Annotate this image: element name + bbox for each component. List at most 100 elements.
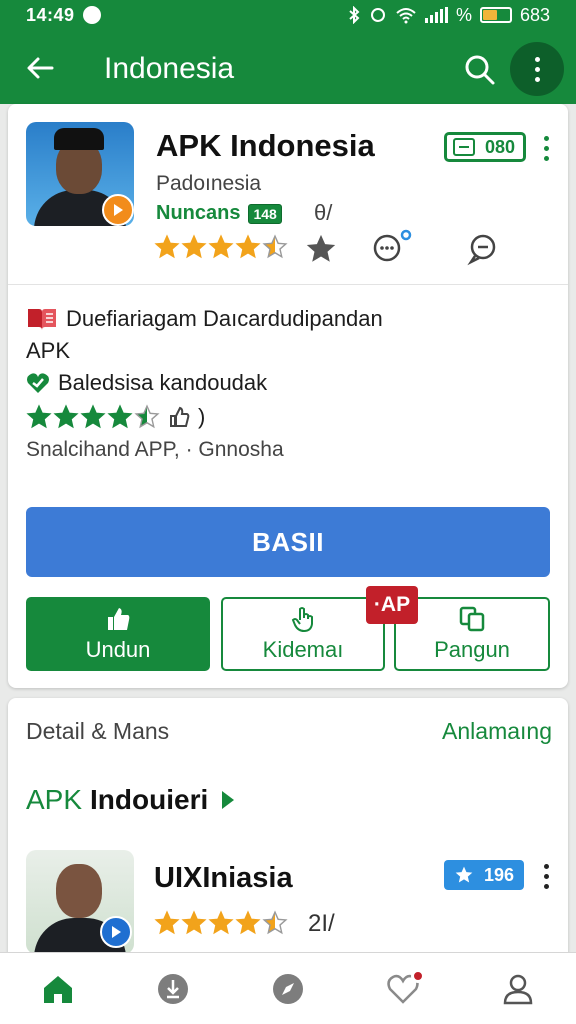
- share-button-label: Pangun: [434, 637, 510, 662]
- notification-icon: [82, 6, 101, 24]
- category-badge: 148: [248, 203, 282, 224]
- bluetooth-icon: [349, 6, 360, 24]
- rating-stars: [154, 234, 288, 260]
- storage-icon: [453, 138, 475, 156]
- version-symbol: θ/: [314, 200, 333, 225]
- nav-download[interactable]: [143, 959, 203, 1019]
- nav-favorites[interactable]: [373, 959, 433, 1019]
- play-icon: [100, 916, 132, 948]
- second-app-count-badge[interactable]: 196: [444, 860, 525, 890]
- details-rating-stars: [26, 404, 160, 430]
- bottom-navigation: [0, 952, 576, 1024]
- primary-action-button[interactable]: BASII: [26, 507, 550, 577]
- like-button-label: Undun: [85, 637, 151, 662]
- more-vert-icon: [534, 56, 540, 82]
- nav-profile[interactable]: [488, 959, 548, 1019]
- star-icon[interactable]: [304, 232, 338, 266]
- featured-app-card: APK Indonesia 080 Padoınesia Nuncans 148…: [8, 104, 568, 688]
- book-icon: [28, 309, 56, 330]
- section-link[interactable]: Anlamaıng: [442, 718, 552, 745]
- section-title: Detail & Mans: [26, 718, 170, 744]
- star-icon: [455, 866, 473, 883]
- back-arrow-icon[interactable]: [24, 52, 56, 84]
- details-line-2: APK: [26, 338, 71, 363]
- divider: [8, 284, 568, 285]
- sync-icon: [370, 8, 385, 22]
- copy-icon: [459, 606, 485, 632]
- details-rating-row: ): [26, 404, 205, 430]
- count-badge-value: 080: [485, 136, 516, 157]
- signal-icon: [424, 7, 448, 23]
- second-app-name: UIXIniasia: [154, 862, 293, 894]
- top-app-bar: 14:49 % 683 Indonesia: [0, 0, 576, 104]
- battery-icon: [479, 7, 512, 23]
- star-icon: [107, 404, 133, 429]
- notification-dot: [411, 968, 426, 983]
- star-icon: [26, 404, 52, 429]
- star-icon: [208, 234, 234, 259]
- star-icon: [262, 234, 288, 259]
- home-icon: [43, 975, 72, 1003]
- thumbs-up-icon: [108, 608, 130, 630]
- details-title-row: Duefiariagam Daıcardudipandan: [26, 306, 383, 332]
- overflow-menu-button[interactable]: [510, 42, 564, 96]
- more-vert-icon: [543, 135, 549, 161]
- details-rating-suffix: ): [198, 404, 206, 429]
- thumbs-up-icon: [170, 406, 190, 427]
- section-heading[interactable]: APK Indouieri: [26, 784, 238, 816]
- battery-percent-symbol: %: [455, 4, 472, 25]
- details-line-4: Snalcihand APP, · Gnnosha: [26, 438, 284, 461]
- section-heading-green: APK: [26, 784, 83, 815]
- battery-text: 683: [519, 4, 550, 25]
- second-app-extra-symbol: 2I/: [308, 910, 335, 937]
- star-icon: [154, 910, 180, 935]
- second-card-menu-button[interactable]: [539, 862, 553, 890]
- ap-badge: ·AP: [366, 586, 418, 624]
- gesture-button[interactable]: Kidemaı: [221, 597, 385, 671]
- details-verified-row: Baledsisa kandoudak: [26, 370, 267, 396]
- card-menu-button[interactable]: [539, 134, 553, 162]
- developer-name: Padoınesia: [156, 172, 262, 195]
- download-count-badge[interactable]: 080: [444, 132, 527, 162]
- gesture-button-label: Kidemaı: [262, 637, 344, 662]
- explore-icon: [272, 973, 303, 1004]
- details-section-card: Detail & Mans Anlamaıng APK Indouieri UI…: [8, 698, 568, 958]
- star-icon: [235, 234, 261, 259]
- section-heading-bold: Indouieri: [90, 784, 209, 815]
- nav-home[interactable]: [28, 959, 88, 1019]
- star-icon: [235, 910, 261, 935]
- verified-heart-icon: [27, 373, 49, 393]
- second-app-rating-stars: [154, 910, 288, 936]
- star-icon: [154, 234, 180, 259]
- star-icon: [181, 234, 207, 259]
- status-bar: 14:49 % 683: [0, 0, 576, 30]
- search-icon[interactable]: [462, 52, 498, 88]
- chat-icon[interactable]: [466, 232, 500, 266]
- star-icon: [262, 910, 288, 935]
- category-label[interactable]: Nuncans: [156, 202, 240, 225]
- second-app-avatar[interactable]: [26, 850, 134, 954]
- status-time: 14:49: [26, 4, 75, 25]
- star-icon: [80, 404, 106, 429]
- star-icon: [53, 404, 79, 429]
- like-button[interactable]: Undun: [26, 597, 210, 671]
- download-icon: [157, 973, 188, 1004]
- nav-explore[interactable]: [258, 959, 318, 1019]
- wifi-icon: [396, 8, 416, 24]
- second-app-count-value: 196: [484, 864, 515, 885]
- page-title: Indonesia: [104, 52, 235, 85]
- star-icon: [208, 910, 234, 935]
- play-icon: [102, 194, 134, 226]
- star-icon: [181, 910, 207, 935]
- more-vert-icon: [543, 863, 549, 889]
- app-name: APK Indonesia: [156, 128, 375, 163]
- touch-icon: [291, 607, 313, 633]
- details-line-3: Baledsisa kandoudak: [58, 370, 268, 395]
- app-avatar[interactable]: [26, 122, 134, 226]
- details-line-1: Duefiariagam Daıcardudipandan: [66, 306, 383, 331]
- chevron-right-icon: [222, 791, 235, 809]
- comment-more-icon[interactable]: [370, 228, 414, 262]
- star-icon: [134, 404, 160, 429]
- profile-icon: [504, 974, 533, 1004]
- category-row: Nuncans 148: [156, 202, 282, 225]
